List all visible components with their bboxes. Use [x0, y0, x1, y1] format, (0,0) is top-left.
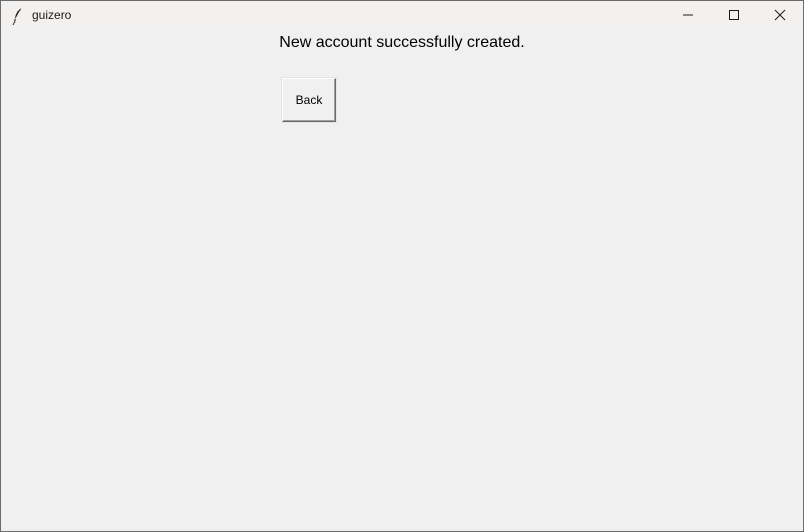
status-message: New account successfully created. [279, 34, 525, 51]
back-button[interactable]: Back [282, 78, 336, 122]
minimize-button[interactable] [665, 1, 711, 30]
main-content: New account successfully created. Back [1, 30, 803, 531]
app-window: guizero New account successfully created… [0, 0, 804, 532]
minimize-icon [683, 14, 693, 16]
feather-icon [11, 7, 25, 26]
title-bar[interactable]: guizero [1, 1, 803, 30]
maximize-icon [729, 10, 739, 20]
close-button[interactable] [757, 1, 803, 30]
maximize-button[interactable] [711, 1, 757, 30]
window-title: guizero [32, 8, 72, 22]
close-icon [774, 9, 786, 21]
